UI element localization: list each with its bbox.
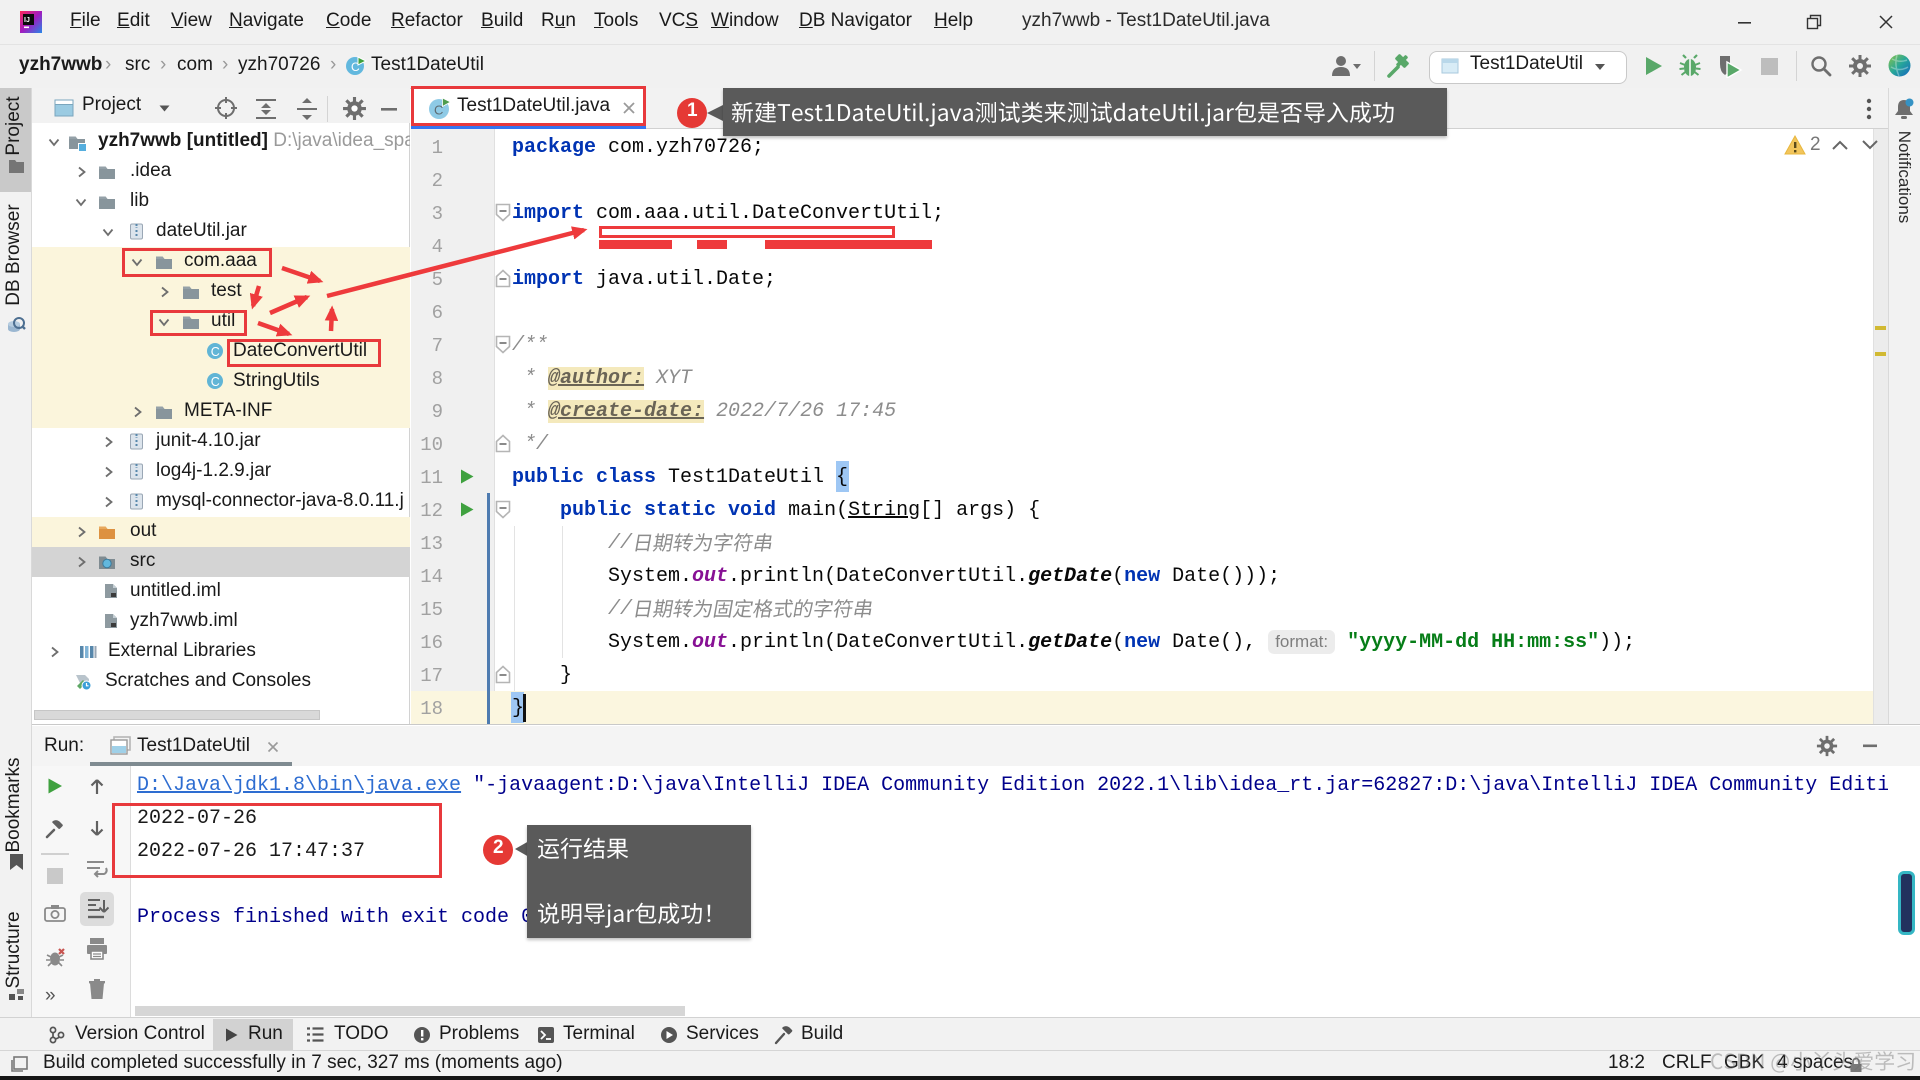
svg-text:C: C [434, 103, 443, 118]
